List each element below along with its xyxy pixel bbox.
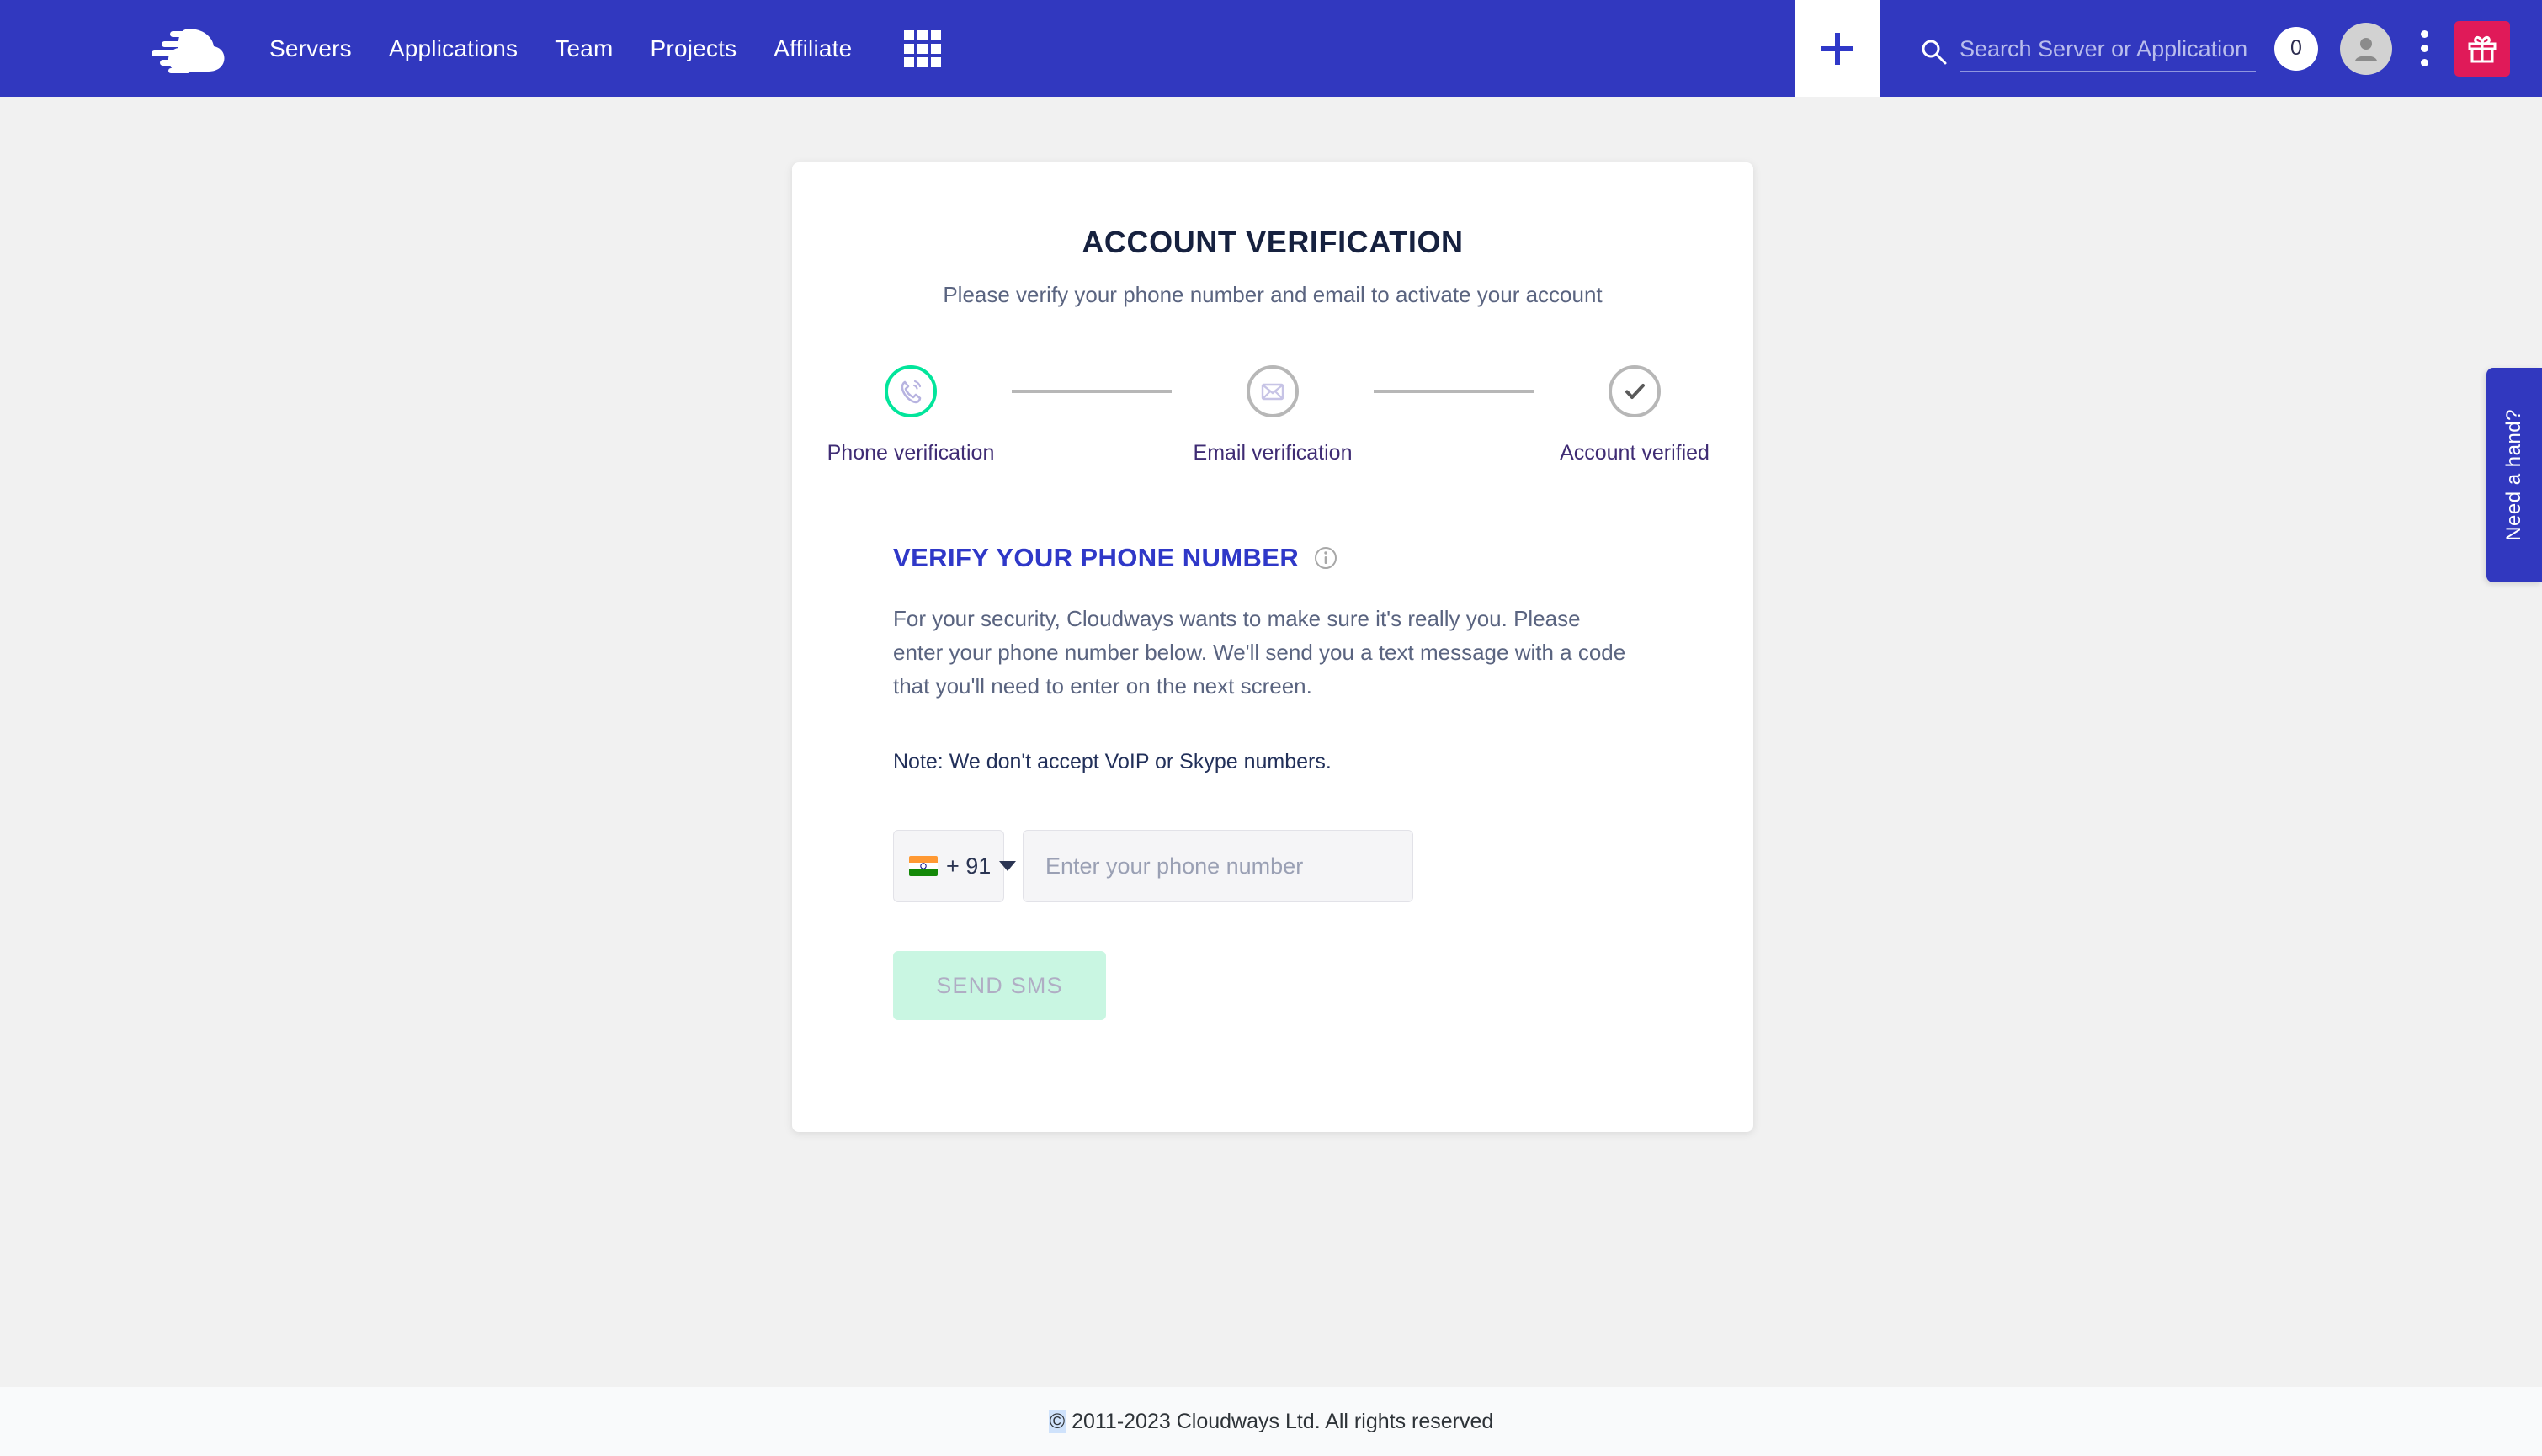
- section-header: VERIFY YOUR PHONE NUMBER: [893, 543, 1753, 573]
- gift-button[interactable]: [2454, 20, 2510, 77]
- grid-cell: [917, 43, 928, 54]
- voip-note: Note: We don't accept VoIP or Skype numb…: [893, 750, 1332, 773]
- stepper-connector: [1374, 390, 1534, 393]
- main-nav: Servers Applications Team Projects Affil…: [251, 35, 870, 62]
- send-sms-button[interactable]: SEND SMS: [893, 951, 1106, 1020]
- verify-phone-section: VERIFY YOUR PHONE NUMBER For your securi…: [792, 543, 1753, 1020]
- page-title: ACCOUNT VERIFICATION: [1082, 225, 1464, 259]
- copyright-symbol: ©: [1048, 1409, 1066, 1433]
- copyright-text: © 2011-2023 Cloudways Ltd. All rights re…: [1048, 1409, 1494, 1434]
- nav-item-applications[interactable]: Applications: [370, 35, 536, 62]
- country-code-select[interactable]: + 91: [893, 830, 1017, 902]
- step-circle: [1247, 365, 1299, 417]
- account-verification-card: ACCOUNT VERIFICATION Please verify your …: [792, 162, 1753, 1132]
- step-phone-verification[interactable]: Phone verification: [810, 365, 1012, 465]
- section-description: For your security, Cloudways wants to ma…: [893, 606, 1626, 699]
- grid-cell: [931, 56, 942, 67]
- page-subtitle: Please verify your phone number and emai…: [943, 282, 1603, 307]
- chevron-down-icon: [999, 861, 1017, 871]
- envelope-icon: [1261, 383, 1284, 401]
- user-avatar-icon: [2355, 37, 2377, 61]
- nav-item-servers[interactable]: Servers: [251, 35, 370, 62]
- header-right-tools: 0: [1795, 0, 2542, 97]
- avatar[interactable]: [2340, 22, 2392, 75]
- kebab-dot: [2420, 59, 2428, 66]
- nav-item-projects[interactable]: Projects: [632, 35, 756, 62]
- section-title: VERIFY YOUR PHONE NUMBER: [893, 543, 1300, 572]
- grid-cell: [917, 56, 928, 67]
- grid-cell: [917, 29, 928, 40]
- kebab-dot: [2420, 30, 2428, 38]
- need-a-hand-tab[interactable]: Need a hand?: [2486, 368, 2542, 582]
- grid-cell: [931, 29, 942, 40]
- top-navigation-bar: Servers Applications Team Projects Affil…: [0, 0, 2542, 97]
- kebab-dot: [2420, 45, 2428, 52]
- step-label: Phone verification: [827, 441, 995, 465]
- cloudways-cloud-logo: [152, 28, 225, 73]
- verification-stepper: Phone verification Email verification Ac…: [792, 365, 1753, 465]
- india-flag-icon: [909, 856, 938, 876]
- need-a-hand-label: Need a hand?: [2502, 409, 2525, 541]
- search-input[interactable]: [1960, 35, 2256, 72]
- step-circle: [1609, 365, 1661, 417]
- step-label: Email verification: [1193, 441, 1353, 465]
- cloudways-logo[interactable]: [145, 19, 229, 78]
- step-account-verified[interactable]: Account verified: [1534, 365, 1736, 465]
- grid-cell: [931, 43, 942, 54]
- search-icon[interactable]: [1919, 37, 1948, 66]
- nav-item-affiliate[interactable]: Affiliate: [755, 35, 870, 62]
- notification-count-badge[interactable]: 0: [2274, 26, 2318, 71]
- stepper-connector: [1012, 390, 1172, 393]
- grid-cell: [904, 43, 915, 54]
- step-circle: [885, 365, 937, 417]
- phone-number-input[interactable]: [1023, 830, 1413, 902]
- step-email-verification[interactable]: Email verification: [1172, 365, 1374, 465]
- copyright-label: 2011-2023 Cloudways Ltd. All rights rese…: [1066, 1409, 1494, 1433]
- plus-icon: [1821, 32, 1853, 65]
- phone-entry-row: + 91: [893, 830, 1753, 902]
- country-code-value: + 91: [946, 853, 992, 879]
- grid-cell: [904, 29, 915, 40]
- more-vertical-icon[interactable]: [2412, 23, 2436, 75]
- page-footer: © 2011-2023 Cloudways Ltd. All rights re…: [0, 1387, 2542, 1456]
- search-box: [1919, 25, 2256, 72]
- step-label: Account verified: [1560, 441, 1710, 465]
- gift-icon: [2468, 35, 2497, 62]
- check-icon: [1625, 384, 1645, 399]
- nav-item-team[interactable]: Team: [536, 35, 631, 62]
- info-circle-icon[interactable]: [1314, 546, 1337, 570]
- grid-cell: [904, 56, 915, 67]
- grid-apps-icon[interactable]: [904, 29, 942, 67]
- add-button[interactable]: [1795, 0, 1880, 97]
- phone-ringing-icon: [901, 380, 922, 404]
